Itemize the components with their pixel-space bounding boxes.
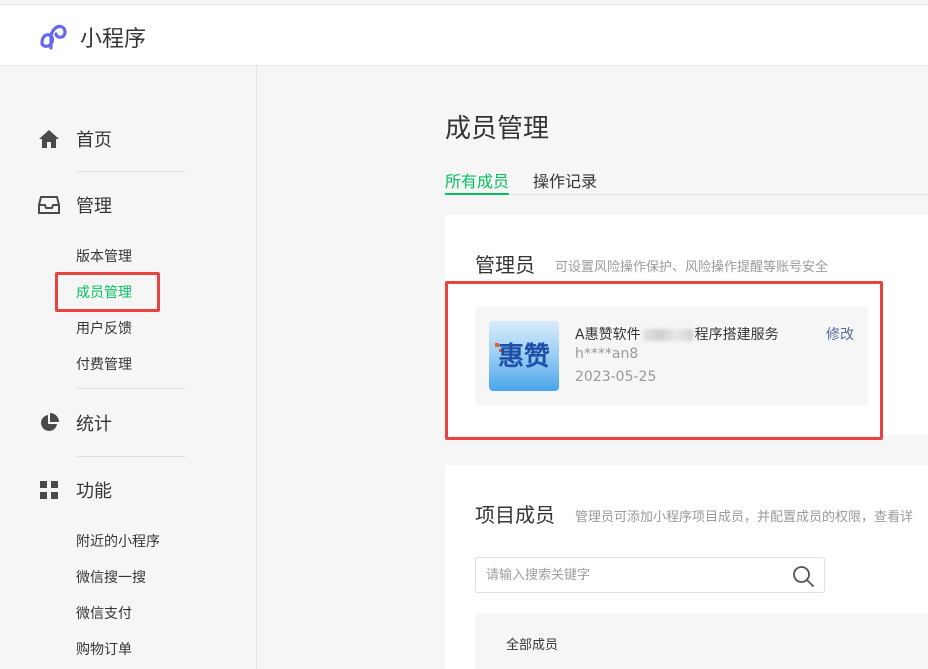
sidebar-item-wechat-pay[interactable]: 微信支付 (76, 603, 132, 623)
project-section-description: 管理员可添加小程序项目成员，并配置成员的权限，查看详 (575, 510, 914, 525)
grid-icon (38, 479, 60, 501)
member-filter-bar: 全部成员 (475, 613, 928, 669)
sidebar-item-features[interactable]: 功能 (38, 478, 112, 502)
search-input[interactable] (486, 565, 776, 585)
sidebar-item-version[interactable]: 版本管理 (76, 246, 132, 266)
search-icon[interactable] (792, 565, 814, 587)
page-title: 成员管理 (445, 114, 550, 144)
divider (76, 456, 186, 457)
tab-bar: 所有成员 操作记录 (445, 166, 928, 195)
top-bar: 小程序 (0, 4, 928, 66)
sidebar-item-label: 统计 (76, 414, 112, 435)
sidebar-item-payment[interactable]: 付费管理 (76, 354, 132, 374)
divider (76, 171, 186, 172)
sidebar-item-label: 首页 (76, 130, 112, 151)
sidebar-item-label: 管理 (76, 196, 112, 217)
divider (76, 388, 186, 389)
highlight-box (55, 272, 160, 312)
highlight-box (445, 281, 883, 440)
pie-chart-icon (38, 412, 60, 434)
project-members-card: 项目成员 管理员可添加小程序项目成员，并配置成员的权限，查看详 全部成员 (445, 465, 928, 669)
sidebar-item-nearby[interactable]: 附近的小程序 (76, 531, 160, 551)
app-title: 小程序 (80, 27, 147, 52)
sidebar-item-search[interactable]: 微信搜一搜 (76, 567, 146, 587)
sidebar-item-home[interactable]: 首页 (38, 127, 112, 151)
sidebar-item-label: 功能 (76, 481, 112, 502)
admin-section-description: 可设置风险操作保护、风险操作提醒等账号安全 (555, 260, 829, 275)
mini-program-logo-icon (40, 24, 67, 50)
inbox-icon (38, 194, 60, 216)
sidebar-item-feedback[interactable]: 用户反馈 (76, 318, 132, 338)
sidebar-item-manage[interactable]: 管理 (38, 193, 112, 217)
sidebar-item-stats[interactable]: 统计 (38, 411, 112, 435)
admin-section-title: 管理员 (475, 253, 535, 277)
search-box (475, 557, 825, 593)
sidebar-item-orders[interactable]: 购物订单 (76, 639, 132, 659)
filter-all-members[interactable]: 全部成员 (506, 634, 558, 653)
project-section-title: 项目成员 (475, 503, 555, 527)
tab-all-members[interactable]: 所有成员 (445, 168, 510, 195)
home-icon (38, 128, 60, 150)
tab-operation-log[interactable]: 操作记录 (533, 168, 597, 195)
sidebar: 首页 管理 版本管理 成员管理 用户反馈 付费管理 统计 功能 附近的小程序 微… (0, 66, 257, 669)
main-content: 成员管理 所有成员 操作记录 管理员 可设置风险操作保护、风险操作提醒等账号安全… (258, 66, 928, 669)
